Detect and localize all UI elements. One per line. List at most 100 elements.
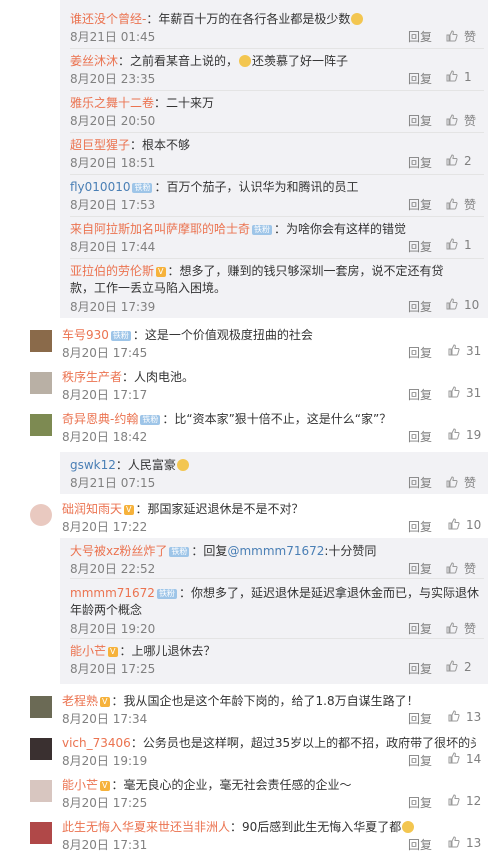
comment-username[interactable]: 础润知雨天: [62, 502, 122, 516]
like-button[interactable]: 12: [448, 794, 481, 808]
like-count: 2: [464, 154, 472, 168]
thumbs-up-icon: [446, 622, 458, 634]
comment-body: 这是一个价值观极度扭曲的社会: [144, 328, 313, 342]
reply-item: mmmm71672 铁粉 ：你想多了，延迟退休是延迟拿退休金而已，与实际退休 年龄两个…: [70, 584, 484, 636]
comment-username[interactable]: 大号被xz粉丝炸了: [70, 544, 167, 558]
reply-button[interactable]: 回复: [408, 620, 432, 637]
like-button[interactable]: 19: [448, 428, 481, 442]
avatar[interactable]: [30, 504, 52, 526]
reply-button[interactable]: 回复: [408, 196, 432, 213]
comment-username[interactable]: 姜丝沐沐: [70, 54, 118, 68]
thumbs-up-icon: [446, 298, 458, 310]
reply-button[interactable]: 回复: [408, 794, 432, 811]
comment-separator: ：: [274, 222, 287, 236]
comment-text-line: 奇异恩典-约翰 铁粉 ：比“资本家”狠十倍不止，这是什么“家”？: [62, 410, 476, 427]
reply-button[interactable]: 回复: [408, 238, 432, 255]
reply-button[interactable]: 回复: [408, 428, 432, 445]
comment-username[interactable]: 亚拉伯的劳伦斯: [70, 264, 154, 278]
avatar[interactable]: [30, 738, 52, 760]
avatar[interactable]: [30, 372, 52, 394]
avatar[interactable]: [30, 414, 52, 436]
comment-username[interactable]: 谁还没个曾经-: [70, 12, 146, 26]
comment-time: 8月20日 20:50: [70, 114, 156, 128]
avatar[interactable]: [30, 780, 52, 802]
reply-button[interactable]: 回复: [408, 518, 432, 535]
reply-button[interactable]: 回复: [408, 344, 432, 361]
like-button[interactable]: 2: [446, 154, 472, 168]
avatar[interactable]: [30, 696, 52, 718]
reply-button[interactable]: 回复: [408, 154, 432, 171]
comment-text-line: 超巨型猩子：根本不够: [70, 136, 484, 153]
like-count: 赞: [464, 114, 477, 128]
like-button[interactable]: 赞: [446, 560, 476, 577]
like-count: 10: [466, 518, 482, 532]
thumbs-up-icon: [446, 114, 458, 126]
like-button[interactable]: 1: [446, 238, 472, 252]
reply-item: 谁还没个曾经-：年薪百十万的在各行各业都是极少数 8月21日 01:45 回复赞: [70, 10, 484, 44]
like-button[interactable]: 10: [448, 518, 481, 532]
reply-button[interactable]: 回复: [408, 386, 432, 403]
reply-thread: gswk12：人民富豪 8月21日 07:15 回复 赞: [60, 452, 488, 494]
comment-text-line: 姜丝沐沐：之前看某音上说的， 还羡慕了好一阵子: [70, 52, 484, 69]
comment-body: 想多了，赚到的钱只够深圳一套房，说不定还有贷: [179, 264, 444, 278]
like-button[interactable]: 10: [446, 298, 479, 312]
like-button[interactable]: 13: [448, 710, 481, 724]
reply-button[interactable]: 回复: [408, 70, 432, 87]
mention-link[interactable]: @mmmm71672: [227, 544, 324, 558]
like-button[interactable]: 赞: [446, 112, 476, 129]
comment-username[interactable]: 奇异恩典-约翰: [62, 412, 138, 426]
reply-button[interactable]: 回复: [408, 836, 432, 853]
comment-separator: ：: [130, 736, 143, 750]
comment-username[interactable]: mmmm71672: [70, 586, 155, 600]
divider: [70, 578, 484, 579]
like-button[interactable]: 赞: [446, 28, 476, 45]
comment-username[interactable]: 能小芒: [62, 778, 98, 792]
like-button[interactable]: 1: [446, 70, 472, 84]
reply-button[interactable]: 回复: [408, 660, 432, 677]
comment-username[interactable]: 此生无悔入华夏来世还当非洲人: [62, 820, 230, 834]
comment-username[interactable]: fly010010: [70, 180, 130, 194]
comment-text-line: vich_73406：公务员也是这样啊，超过35岁以上的都不招，政府带了很坏的头: [62, 734, 476, 751]
thumbs-up-icon: [448, 344, 460, 356]
comment-username[interactable]: 老程熟: [62, 694, 98, 708]
reply-button[interactable]: 回复: [408, 710, 432, 727]
reply-button[interactable]: 回复: [408, 560, 432, 577]
comment-text-line: 大号被xz粉丝炸了 铁粉 ：回复@mmmm71672:十分赞同: [70, 542, 484, 559]
divider: [70, 48, 484, 49]
like-count: 31: [466, 344, 482, 358]
like-button[interactable]: 31: [448, 344, 481, 358]
like-button[interactable]: 31: [448, 386, 481, 400]
comment-username[interactable]: 能小芒: [70, 644, 106, 658]
like-button[interactable]: 赞: [446, 474, 476, 491]
comment-separator: ：: [122, 370, 135, 384]
thumbs-up-icon: [446, 30, 458, 42]
reply-button[interactable]: 回复: [408, 28, 432, 45]
reply-thread: 大号被xz粉丝炸了 铁粉 ：回复@mmmm71672:十分赞同 8月20日 22:52…: [60, 538, 488, 684]
avatar[interactable]: [30, 330, 52, 352]
comment-username[interactable]: gswk12: [70, 458, 116, 472]
reply-button[interactable]: 回复: [408, 112, 432, 129]
like-button[interactable]: 赞: [446, 620, 476, 637]
comment-item: 奇异恩典-约翰 铁粉 ：比“资本家”狠十倍不止，这是什么“家”？ 8月20日 18:4…: [62, 410, 481, 444]
thumbs-up-icon: [448, 794, 460, 806]
comment-username[interactable]: 秩序生产者: [62, 370, 122, 384]
like-button[interactable]: 赞: [446, 196, 476, 213]
reply-button[interactable]: 回复: [408, 298, 432, 315]
comment-username[interactable]: 车号930: [62, 328, 109, 342]
vip-badge: V: [156, 267, 166, 277]
thumbs-up-icon: [448, 752, 460, 764]
like-count: 1: [464, 70, 472, 84]
like-button[interactable]: 14: [448, 752, 481, 766]
comment-body: 百万个茄子，认识华为和腾讯的员工: [166, 180, 359, 194]
avatar[interactable]: [30, 822, 52, 844]
comment-body-cont: :十分赞同: [324, 544, 377, 558]
comment-separator: ：: [130, 138, 143, 152]
comment-username[interactable]: 超巨型猩子: [70, 138, 130, 152]
comment-username[interactable]: 来自阿拉斯加名叫萨摩耶的哈士奇: [70, 222, 250, 236]
reply-button[interactable]: 回复: [408, 752, 432, 769]
like-button[interactable]: 13: [448, 836, 481, 850]
comment-username[interactable]: 雅乐之舞十二卷: [70, 96, 154, 110]
comment-username[interactable]: vich_73406: [62, 736, 131, 750]
like-button[interactable]: 2: [446, 660, 472, 674]
reply-button[interactable]: 回复: [408, 474, 432, 491]
